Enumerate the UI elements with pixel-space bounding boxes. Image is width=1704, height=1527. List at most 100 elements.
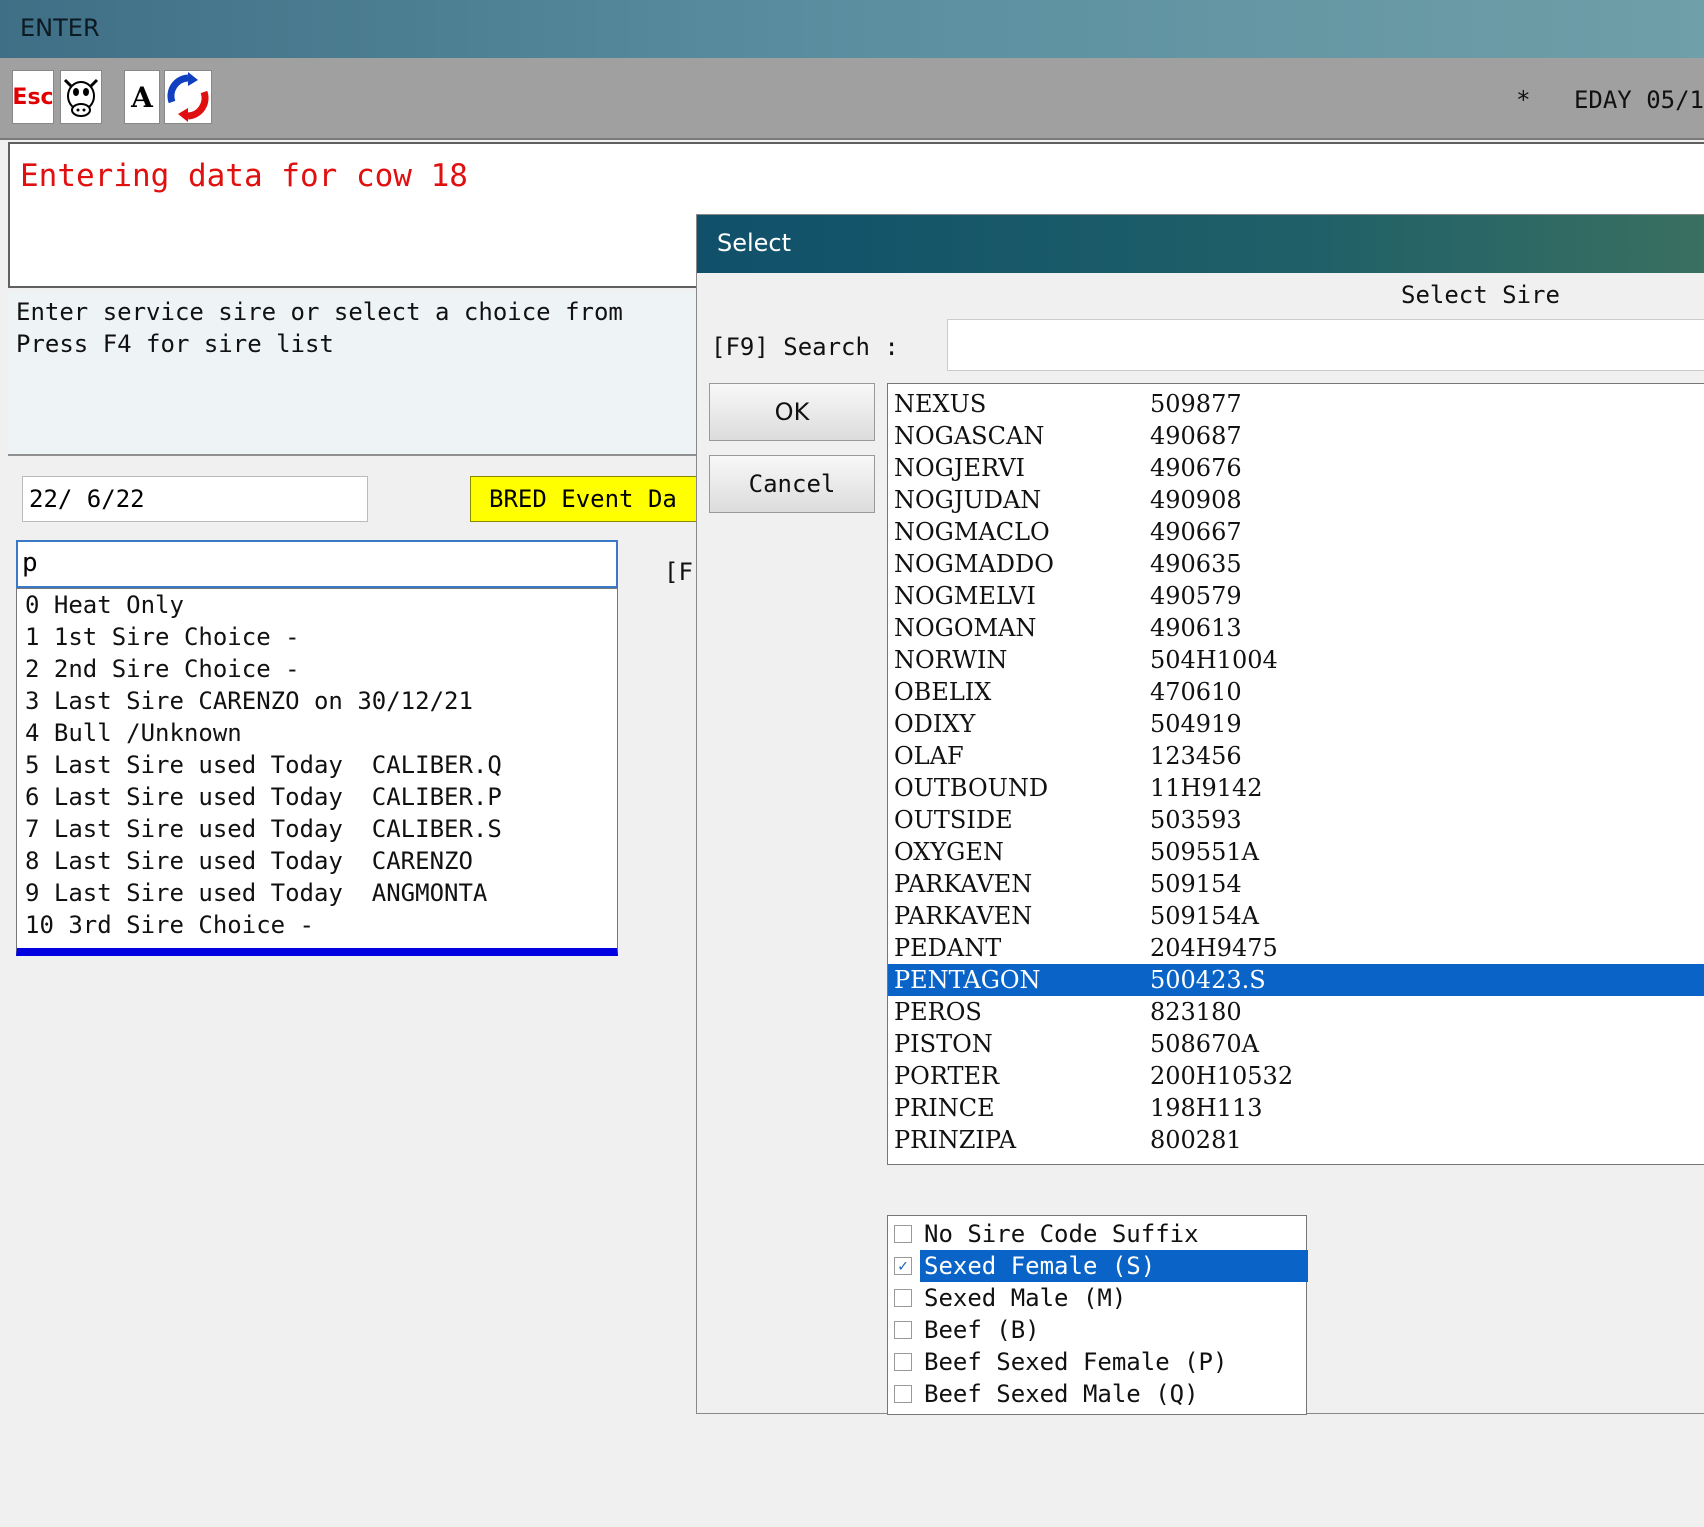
sire-row[interactable]: NOGOMAN 490613 xyxy=(888,612,1704,644)
info-panel: Enter service sire or select a choice fr… xyxy=(8,292,698,456)
sire-name: PORTER xyxy=(894,1062,1000,1090)
sire-code: 490635 xyxy=(1150,550,1242,578)
choice-item[interactable]: 2 2nd Sire Choice - xyxy=(17,653,617,685)
sire-code: 508670A xyxy=(1150,1030,1259,1058)
status-message: Entering data for cow 18 xyxy=(20,158,468,194)
sire-row[interactable]: PARKAVEN 509154A xyxy=(888,900,1704,932)
sire-row[interactable]: NOGMADDO 490635 xyxy=(888,548,1704,580)
suffix-label: Beef Sexed Male (Q) xyxy=(924,1380,1199,1408)
suffix-option[interactable]: Beef Sexed Female (P) xyxy=(888,1346,1306,1378)
sire-row[interactable]: NOGMELVI 490579 xyxy=(888,580,1704,612)
suffix-option[interactable]: ✓ Sexed Female (S) xyxy=(888,1250,1308,1282)
sire-name: PARKAVEN xyxy=(894,902,1033,930)
dialog-title-bar: Select xyxy=(697,215,1704,273)
choice-item[interactable]: 6 Last Sire used Today CALIBER.P xyxy=(17,781,617,813)
checkbox[interactable] xyxy=(894,1385,912,1403)
sire-code: 503593 xyxy=(1150,806,1242,834)
choice-list[interactable]: 0 Heat Only 1 1st Sire Choice -2 2nd Sire… xyxy=(16,588,618,956)
sire-row[interactable]: PORTER 200H10532 xyxy=(888,1060,1704,1092)
sire-name: PRINCE xyxy=(894,1094,995,1122)
a-button[interactable]: A xyxy=(124,70,160,124)
sire-list[interactable]: NEXUS 509877 NOGASCAN 490687 NOGJERVI 490676 N… xyxy=(887,383,1704,1165)
choice-item[interactable]: 9 Last Sire used Today ANGMONTA xyxy=(17,877,617,909)
sire-row[interactable]: NORWIN 504H1004 xyxy=(888,644,1704,676)
sire-row[interactable]: PRINZIPA 800281 xyxy=(888,1124,1704,1156)
sire-row[interactable]: PEROS 823180 xyxy=(888,996,1704,1028)
sire-row[interactable]: NOGMACLO 490667 xyxy=(888,516,1704,548)
sire-name: NOGJERVI xyxy=(894,454,1026,482)
sire-code: 198H113 xyxy=(1150,1094,1263,1122)
sire-code: 500423.S xyxy=(1150,966,1266,994)
sire-code: 823180 xyxy=(1150,998,1242,1026)
suffix-option[interactable]: No Sire Code Suffix xyxy=(888,1218,1306,1250)
info-line: Enter service sire or select a choice fr… xyxy=(16,298,623,326)
sire-code: 509551A xyxy=(1150,838,1259,866)
sire-row[interactable]: PEDANT 204H9475 xyxy=(888,932,1704,964)
sire-row[interactable]: PARKAVEN 509154 xyxy=(888,868,1704,900)
choice-item[interactable]: 7 Last Sire used Today CALIBER.S xyxy=(17,813,617,845)
checkbox[interactable] xyxy=(894,1321,912,1339)
suffix-option[interactable]: Beef Sexed Male (Q) xyxy=(888,1378,1306,1410)
bred-event-button[interactable]: BRED Event Da xyxy=(470,476,710,522)
sire-row[interactable]: ODIXY 504919 xyxy=(888,708,1704,740)
sire-code: 490667 xyxy=(1150,518,1242,546)
checkbox[interactable] xyxy=(894,1289,912,1307)
a-label: A xyxy=(131,80,153,114)
sire-input[interactable]: p xyxy=(16,540,618,588)
sire-row-selected[interactable]: PENTAGON 500423.S xyxy=(888,964,1704,996)
sire-row[interactable]: NEXUS 509877 xyxy=(888,388,1704,420)
sire-code: 204H9475 xyxy=(1150,934,1278,962)
suffix-label: Beef (B) xyxy=(924,1316,1040,1344)
sire-name: PENTAGON xyxy=(894,966,1041,994)
suffix-label: Sexed Male (M) xyxy=(924,1284,1127,1312)
search-input[interactable] xyxy=(947,319,1704,371)
choice-item[interactable]: 5 Last Sire used Today CALIBER.Q xyxy=(17,749,617,781)
cancel-button[interactable]: Cancel xyxy=(709,455,875,513)
sire-name: PEROS xyxy=(894,998,982,1026)
select-sire-dialog: Select Select Sire [F9] Search : OK Canc… xyxy=(696,214,1704,1415)
sire-code: 490613 xyxy=(1150,614,1242,642)
sire-row[interactable]: NOGASCAN 490687 xyxy=(888,420,1704,452)
choice-item[interactable]: 3 Last Sire CARENZO on 30/12/21 xyxy=(17,685,617,717)
sire-name: NEXUS xyxy=(894,390,987,418)
sire-code: 490676 xyxy=(1150,454,1242,482)
choice-item[interactable]: 0 Heat Only xyxy=(17,589,617,621)
choice-item[interactable]: 10 3rd Sire Choice - xyxy=(17,909,617,941)
checkbox-checked[interactable]: ✓ xyxy=(894,1257,912,1275)
sire-code: 509154 xyxy=(1150,870,1242,898)
sire-code: 800281 xyxy=(1150,1126,1242,1154)
sire-code: 11H9142 xyxy=(1150,774,1263,802)
sire-code: 200H10532 xyxy=(1150,1062,1294,1090)
sire-name: NOGMELVI xyxy=(894,582,1036,610)
cow-icon[interactable] xyxy=(60,70,102,124)
date-field[interactable]: 22/ 6/22 xyxy=(22,476,368,522)
sire-row[interactable]: OUTSIDE 503593 xyxy=(888,804,1704,836)
ok-button[interactable]: OK xyxy=(709,383,875,441)
suffix-option[interactable]: Sexed Male (M) xyxy=(888,1282,1306,1314)
sire-row[interactable]: OLAF 123456 xyxy=(888,740,1704,772)
sire-row[interactable]: PISTON 508670A xyxy=(888,1028,1704,1060)
sync-icon[interactable] xyxy=(164,70,212,124)
choice-item[interactable]: 4 Bull /Unknown xyxy=(17,717,617,749)
sire-name: NOGASCAN xyxy=(894,422,1045,450)
sire-name: NORWIN xyxy=(894,646,1008,674)
sire-row[interactable]: OXYGEN 509551A xyxy=(888,836,1704,868)
sire-name: ODIXY xyxy=(894,710,976,738)
sire-row[interactable]: PRINCE 198H113 xyxy=(888,1092,1704,1124)
esc-label: Esc xyxy=(12,84,54,110)
sire-row[interactable]: NOGJERVI 490676 xyxy=(888,452,1704,484)
choice-item[interactable]: 1 1st Sire Choice - xyxy=(17,621,617,653)
checkbox[interactable] xyxy=(894,1353,912,1371)
sire-name: PISTON xyxy=(894,1030,993,1058)
sire-row[interactable]: OUTBOUND 11H9142 xyxy=(888,772,1704,804)
esc-button[interactable]: Esc xyxy=(12,70,54,124)
sire-row[interactable]: NOGJUDAN 490908 xyxy=(888,484,1704,516)
suffix-option[interactable]: Beef (B) xyxy=(888,1314,1306,1346)
checkbox[interactable] xyxy=(894,1225,912,1243)
choice-item[interactable]: 8 Last Sire used Today CARENZO xyxy=(17,845,617,877)
sire-row[interactable]: OBELIX 470610 xyxy=(888,676,1704,708)
function-key-hint: [F xyxy=(664,558,693,586)
suffix-label: Sexed Female (S) xyxy=(920,1250,1308,1282)
sire-name: PARKAVEN xyxy=(894,870,1033,898)
suffix-list[interactable]: No Sire Code Suffix ✓ Sexed Female (S) Sexe… xyxy=(887,1215,1308,1415)
